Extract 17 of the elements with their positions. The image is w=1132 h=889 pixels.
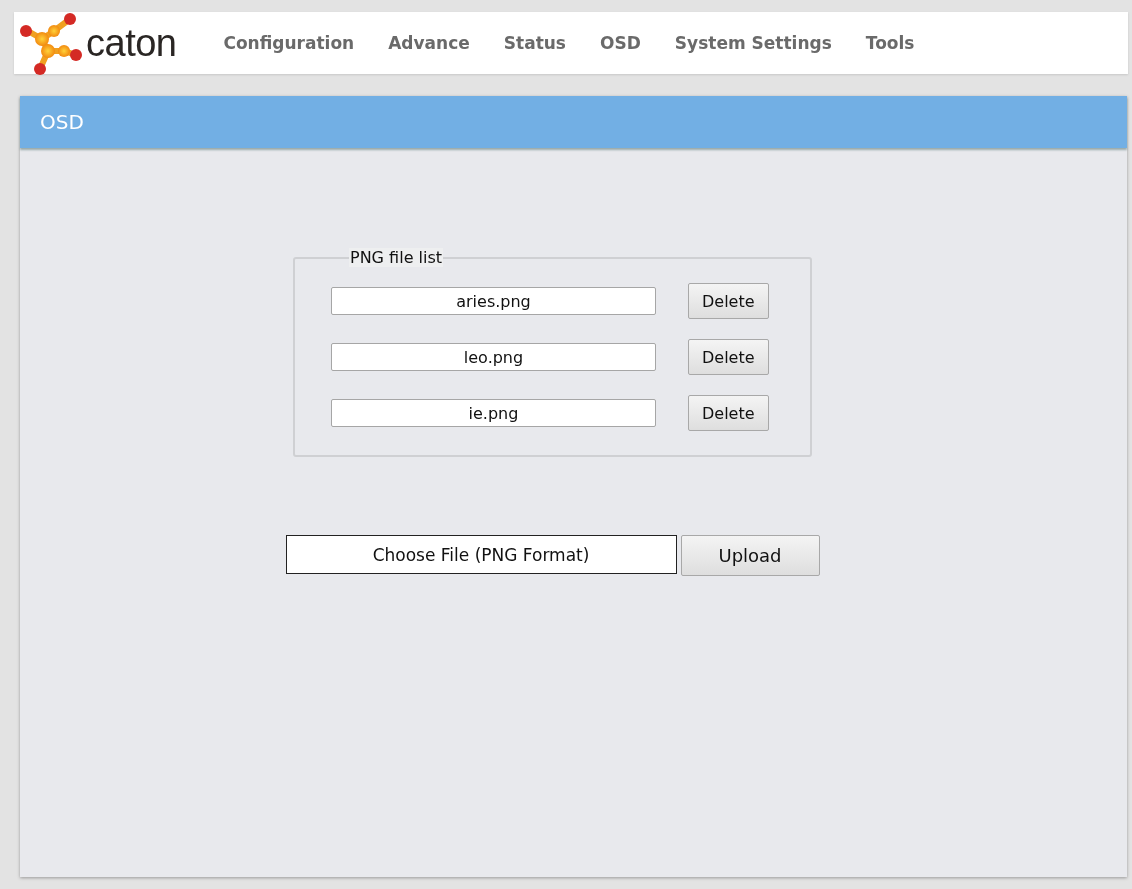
nav-link[interactable]: Status	[486, 33, 583, 53]
file-name-field: ie.png	[331, 399, 656, 427]
delete-button[interactable]: Delete	[688, 339, 769, 375]
delete-button[interactable]: Delete	[688, 283, 769, 319]
nav-link[interactable]: Configuration	[206, 33, 372, 53]
file-name-field: aries.png	[331, 287, 656, 315]
nav-link[interactable]: Advance	[371, 33, 487, 53]
file-chooser[interactable]: Choose File (PNG Format)	[285, 535, 677, 574]
logo-text: caton	[86, 21, 177, 65]
group-legend: PNG file list	[349, 248, 444, 267]
file-name-field: leo.png	[331, 343, 656, 371]
nav-link[interactable]: OSD	[583, 33, 658, 53]
panel-title: OSD	[39, 110, 84, 134]
nav-link[interactable]: Tools	[848, 33, 932, 53]
delete-button[interactable]: Delete	[688, 395, 769, 431]
nav-link[interactable]: System Settings	[657, 33, 849, 53]
upload-button[interactable]: Upload	[680, 535, 820, 576]
